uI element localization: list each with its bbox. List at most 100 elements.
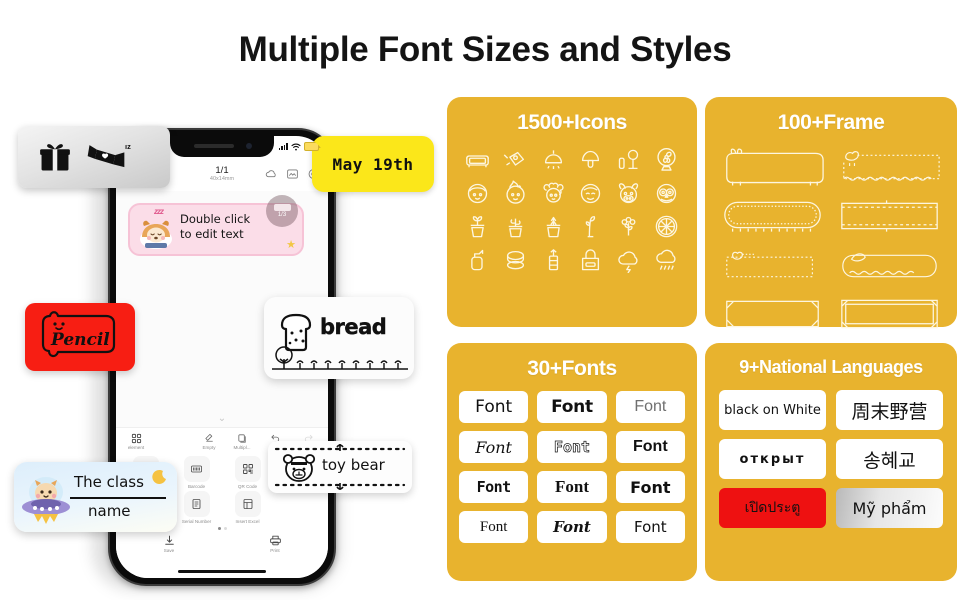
language-sample-thai[interactable]: เปิดประตู — [719, 488, 826, 528]
toy-bear-sticker[interactable]: toy bear — [268, 441, 412, 493]
status-indicators — [278, 142, 321, 151]
canvas-label-line2: to edit text — [180, 226, 244, 241]
save-label: Save — [163, 548, 175, 553]
bread-box-icon[interactable] — [576, 244, 606, 274]
date-sticker[interactable]: May 19th — [312, 136, 434, 192]
tool-barcode[interactable]: Barcode — [171, 456, 222, 489]
pencil-sticker-text: Pencil — [51, 330, 110, 350]
potted-plant-icon[interactable] — [463, 211, 493, 241]
font-sample-8[interactable]: Font — [537, 471, 607, 503]
electric-fan-icon[interactable] — [651, 145, 681, 175]
pager-dot-2[interactable] — [223, 527, 227, 530]
home-indicator — [178, 569, 266, 573]
panel-icons: 1500+Icons — [447, 97, 697, 327]
soap-dispenser-icon[interactable] — [463, 244, 493, 274]
language-sample-chinese[interactable]: 周末野营 — [836, 390, 943, 430]
font-sample-11[interactable]: Font — [537, 511, 607, 543]
bird-dashed-frame[interactable] — [719, 245, 826, 285]
print-button[interactable]: Print — [263, 534, 287, 553]
chevron-down-icon[interactable]: ⌄ — [218, 413, 226, 424]
font-sample-3[interactable]: Font — [615, 391, 685, 423]
font-sample-4[interactable]: Font — [459, 431, 529, 463]
bird-dotted-frame[interactable] — [836, 147, 943, 187]
flame-hair-face-icon[interactable] — [500, 178, 530, 208]
leaf-pill-frame[interactable] — [836, 245, 943, 285]
table-lamp-icon[interactable] — [576, 145, 606, 175]
citrus-slice-icon[interactable] — [651, 211, 681, 241]
wifi-icon — [291, 143, 301, 150]
action-row: Save Print — [116, 534, 328, 553]
moon-icon — [152, 469, 166, 484]
floor-lamp-icon[interactable] — [613, 145, 643, 175]
font-sample-12[interactable]: Font — [615, 511, 685, 543]
pencil-sticker[interactable]: Pencil — [25, 303, 135, 371]
font-sample-5[interactable]: Font — [537, 431, 607, 463]
class-name-sticker[interactable]: The class name — [14, 462, 177, 532]
sofa-icon[interactable] — [463, 145, 493, 175]
sprout-icon[interactable] — [576, 211, 606, 241]
tool-insert-excel[interactable]: Insert Excel — [222, 491, 273, 524]
font-sample-6[interactable]: Font — [615, 431, 685, 463]
font-sample-2[interactable]: Font — [537, 391, 607, 423]
panel-fonts-title: 30+Fonts — [527, 357, 617, 380]
ceiling-lamp-icon[interactable] — [538, 145, 568, 175]
tool-label: Serial Number — [181, 519, 212, 524]
toolbar-item-empty[interactable]: Empty — [197, 433, 221, 450]
toolbar-item-element[interactable]: element — [124, 433, 148, 450]
star-icon: ★ — [286, 239, 296, 251]
language-sample-korean[interactable]: 송혜교 — [836, 439, 943, 479]
succulent-icon[interactable] — [538, 211, 568, 241]
date-sticker-text: May 19th — [332, 154, 414, 174]
rain-cloud-icon[interactable] — [651, 244, 681, 274]
canvas-label-object[interactable]: zzz Double click to edit text ★ 1/3 — [128, 195, 304, 256]
owl-face-icon[interactable] — [651, 178, 681, 208]
flower-icon[interactable] — [613, 211, 643, 241]
monkey-face-icon[interactable] — [576, 178, 606, 208]
rabbit-block-frame[interactable] — [719, 147, 826, 187]
font-sample-7[interactable]: Font — [459, 471, 529, 503]
curly-hair-face-icon[interactable] — [538, 178, 568, 208]
corner-ornament-frame[interactable] — [719, 294, 826, 334]
page-indicator: 1/1 40x14mm — [209, 165, 235, 183]
boy-face-icon[interactable] — [463, 178, 493, 208]
cloud-upload-icon[interactable] — [265, 168, 278, 181]
language-grid: black on White 周末野营 открыт 송혜교 เปิดประตู… — [705, 378, 957, 528]
font-sample-9[interactable]: Font — [615, 471, 685, 503]
language-sample-vietnamese[interactable]: Mỹ phẩm — [836, 488, 943, 528]
watering-can-icon[interactable] — [500, 145, 530, 175]
font-sample-10[interactable]: Font — [459, 511, 529, 543]
cactus-icon[interactable] — [500, 211, 530, 241]
excel-icon — [243, 499, 252, 509]
tool-excel-box — [234, 491, 261, 517]
bread-sticker[interactable]: bread — [264, 297, 414, 379]
copy-icon — [237, 433, 246, 443]
cat-ufo-icon — [22, 477, 70, 524]
battery-icon — [304, 142, 321, 151]
label-size-text: 40x14mm — [209, 175, 235, 182]
tool-qrcode[interactable]: QR Code — [222, 456, 273, 489]
cake-slice-icon[interactable] — [538, 244, 568, 274]
toolbar-label: Empty — [202, 444, 216, 450]
double-line-frame[interactable] — [836, 196, 943, 236]
panel-frames: 100+Frame — [705, 97, 957, 329]
rounded-stitch-frame[interactable] — [719, 196, 826, 236]
font-sample-1[interactable]: Font — [459, 391, 529, 423]
cow-face-icon[interactable] — [613, 178, 643, 208]
image-icon[interactable] — [286, 168, 299, 181]
class-sticker-rule — [70, 497, 166, 499]
macaron-icon[interactable] — [500, 244, 530, 274]
panel-languages: 9+National Languages black on White 周末野营… — [705, 343, 957, 581]
status-carrier: iz — [125, 142, 131, 151]
font-grid: Font Font Font Font Font Font Font Font … — [447, 381, 697, 543]
canvas-label-line1: Double click — [180, 212, 251, 226]
double-border-frame[interactable] — [836, 294, 943, 334]
save-button[interactable]: Save — [157, 534, 181, 553]
tree-border-icon — [272, 346, 408, 370]
selection-badge[interactable]: 1/3 — [266, 195, 298, 227]
language-sample-english[interactable]: black on White — [719, 390, 826, 430]
tool-serial-number[interactable]: Serial Number — [171, 491, 222, 524]
pager-dot-1[interactable] — [217, 527, 221, 530]
toolbar-item-multiply[interactable]: Multipl... — [230, 433, 254, 450]
storm-cloud-icon[interactable] — [613, 244, 643, 274]
language-sample-russian[interactable]: открыт — [719, 439, 826, 479]
